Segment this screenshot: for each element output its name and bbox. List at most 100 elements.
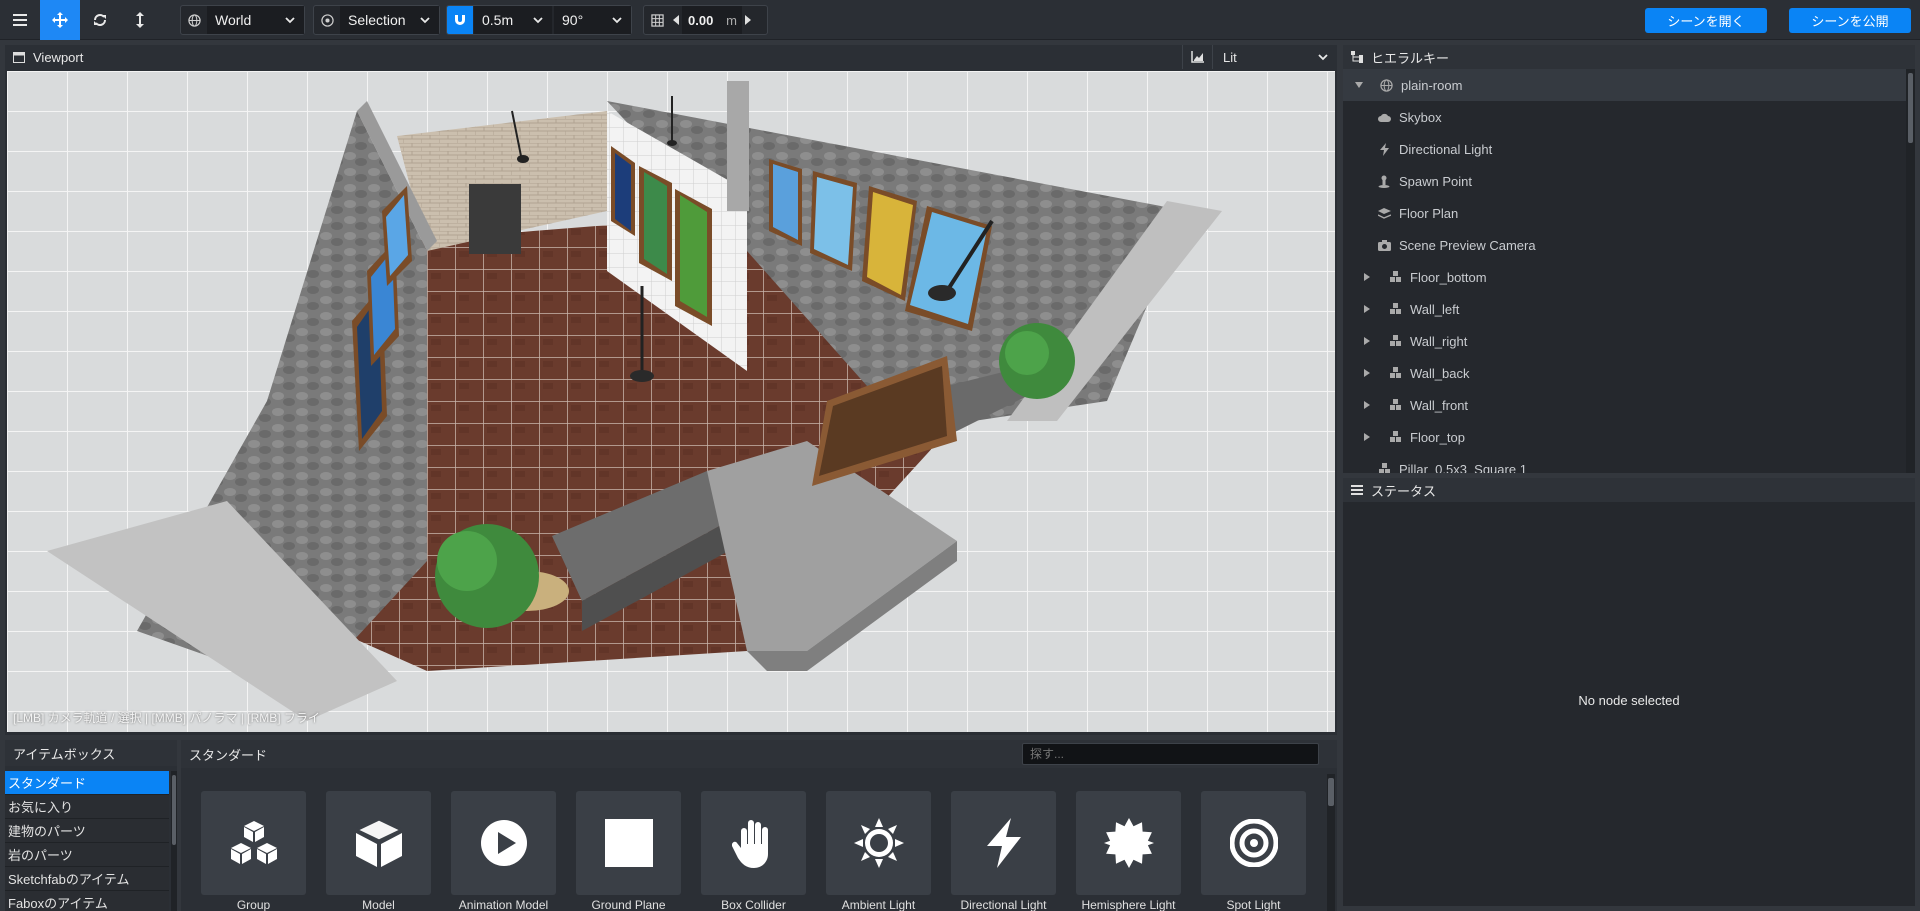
category-scrollbar[interactable] <box>171 771 177 911</box>
itembox-scrollbar[interactable] <box>1327 774 1335 911</box>
rotation-value: 90° <box>562 12 584 28</box>
item-tile-ambient-light[interactable] <box>826 791 931 895</box>
grid-value: 0.00 <box>688 12 714 28</box>
item-tile-directional-light[interactable] <box>951 791 1056 895</box>
move-tool-button[interactable] <box>40 0 80 40</box>
shading-dropdown[interactable]: Lit <box>1212 45 1337 69</box>
tree-node-pillar[interactable]: Pillar_0.5x3_Square 1 <box>1343 453 1906 473</box>
snap-distance-dropdown[interactable]: 0.5m <box>474 6 552 34</box>
cubes-icon <box>230 821 277 864</box>
tree-node-preview-camera[interactable]: Scene Preview Camera <box>1343 229 1906 261</box>
item-tile-label: Directional Light <box>960 898 1047 911</box>
tree-node-directional-light[interactable]: Directional Light <box>1343 133 1906 165</box>
item-tile-spot-light[interactable] <box>1201 791 1306 895</box>
shading-value: Lit <box>1223 49 1237 65</box>
caret-right-icon[interactable] <box>1364 273 1374 281</box>
tree-node-spawn-point[interactable]: Spawn Point <box>1343 165 1906 197</box>
grid-increment-button[interactable] <box>742 6 754 34</box>
item-tile-label: Ambient Light <box>841 898 916 911</box>
item-tile-box-collider[interactable] <box>701 791 806 895</box>
category-sketchfab[interactable]: Sketchfabのアイテム <box>5 867 169 891</box>
space-value: World <box>215 12 252 28</box>
item-tile-group[interactable] <box>201 791 306 895</box>
menu-button[interactable] <box>0 0 40 40</box>
tree-node-label: Wall_back <box>1410 365 1470 381</box>
publish-scene-button[interactable]: シーンを公開 <box>1789 8 1911 33</box>
grid-unit: m <box>726 12 737 28</box>
snap-toggle-button[interactable] <box>447 6 473 34</box>
snap-rotation-dropdown[interactable]: 90° <box>554 6 631 34</box>
cubes-icon <box>1388 334 1402 348</box>
person-icon <box>1377 174 1391 188</box>
item-tile-ground-plane[interactable] <box>576 791 681 895</box>
chart-icon <box>1190 51 1204 63</box>
scrollbar-thumb[interactable] <box>172 775 176 845</box>
grid-decrement-button[interactable] <box>670 6 682 34</box>
tree-node-wall-right[interactable]: Wall_right <box>1343 325 1906 357</box>
grid-icon <box>650 13 664 27</box>
hierarchy-scrollbar[interactable] <box>1906 69 1915 473</box>
move-icon <box>52 12 68 28</box>
caret-right-icon[interactable] <box>1364 433 1374 441</box>
tree-node-root[interactable]: plain-room <box>1343 69 1906 101</box>
hand-icon <box>731 820 768 868</box>
caret-right-icon <box>745 15 751 25</box>
grid-size-input[interactable]: 0.00 m <box>682 6 742 34</box>
item-tile-label: Group <box>236 898 271 911</box>
tree-node-wall-front[interactable]: Wall_front <box>1343 389 1906 421</box>
caret-right-icon[interactable] <box>1364 401 1374 409</box>
viewport-canvas[interactable]: [LMB] カメラ軌道 / 選択 | [MMB] パノラマ | [RMB] フラ… <box>7 71 1335 732</box>
tree-node-label: Wall_right <box>1410 333 1468 349</box>
caret-right-icon[interactable] <box>1364 305 1374 313</box>
tree-node-label: Skybox <box>1399 109 1442 125</box>
item-search-input[interactable] <box>1022 743 1319 765</box>
scrollbar-thumb[interactable] <box>1908 73 1913 143</box>
tree-node-skybox[interactable]: Skybox <box>1343 101 1906 133</box>
category-rock-parts[interactable]: 岩のパーツ <box>5 843 169 867</box>
sun-icon <box>853 818 904 868</box>
category-building-parts[interactable]: 建物のパーツ <box>5 819 169 843</box>
pivot-dropdown[interactable]: Selection <box>340 6 439 34</box>
tree-node-wall-left[interactable]: Wall_left <box>1343 293 1906 325</box>
target-icon <box>1229 819 1278 867</box>
vertical-arrows-icon <box>136 12 144 28</box>
snap-value: 0.5m <box>482 12 514 28</box>
caret-down-icon[interactable] <box>1355 82 1365 88</box>
pivot-selector[interactable]: Selection <box>313 5 440 35</box>
item-tile-label: Animation Model <box>458 898 549 911</box>
grid-toggle-button[interactable] <box>644 6 670 34</box>
category-fabox[interactable]: Faboxのアイテム <box>5 891 169 911</box>
tree-node-label: Scene Preview Camera <box>1399 237 1536 253</box>
hierarchy-panel: ヒエラルキー plain-room Skybox Directional Lig… <box>1343 45 1915 473</box>
space-dropdown[interactable]: World <box>207 6 304 34</box>
tree-node-floor-top[interactable]: Floor_top <box>1343 421 1906 453</box>
magnet-icon <box>455 15 465 25</box>
tree-node-floor-plan[interactable]: Floor Plan <box>1343 197 1906 229</box>
scrollbar-thumb[interactable] <box>1328 778 1334 806</box>
status-panel: ステータス No node selected <box>1343 478 1915 906</box>
hierarchy-title: ヒエラルキー <box>1371 50 1450 66</box>
caret-right-icon[interactable] <box>1364 337 1374 345</box>
itembox-title: アイテムボックス <box>5 740 177 766</box>
tree-node-wall-back[interactable]: Wall_back <box>1343 357 1906 389</box>
scale-tool-button[interactable] <box>120 0 160 40</box>
tree-node-label: plain-room <box>1401 77 1463 93</box>
viewport-header: Viewport <box>5 45 1337 69</box>
stats-button[interactable] <box>1182 45 1211 69</box>
rotate-tool-button[interactable] <box>80 0 120 40</box>
cubes-icon <box>1388 366 1402 380</box>
open-scene-button[interactable]: シーンを開く <box>1645 8 1767 33</box>
tree-node-floor-bottom[interactable]: Floor_bottom <box>1343 261 1906 293</box>
item-tile-model[interactable] <box>326 791 431 895</box>
top-toolbar: World Selection 0.5m 90° 0.00 m シーンを開く シ… <box>0 0 1920 40</box>
item-tile-animation-model[interactable] <box>451 791 556 895</box>
item-tile-hemisphere-light[interactable] <box>1076 791 1181 895</box>
caret-left-icon <box>673 15 679 25</box>
category-favorites[interactable]: お気に入り <box>5 795 169 819</box>
category-standard[interactable]: スタンダード <box>5 771 169 795</box>
caret-right-icon[interactable] <box>1364 369 1374 377</box>
globe-icon <box>1379 78 1393 92</box>
grid-settings: 0.00 m <box>643 5 768 35</box>
space-selector[interactable]: World <box>180 5 305 35</box>
pivot-icon <box>314 6 340 34</box>
